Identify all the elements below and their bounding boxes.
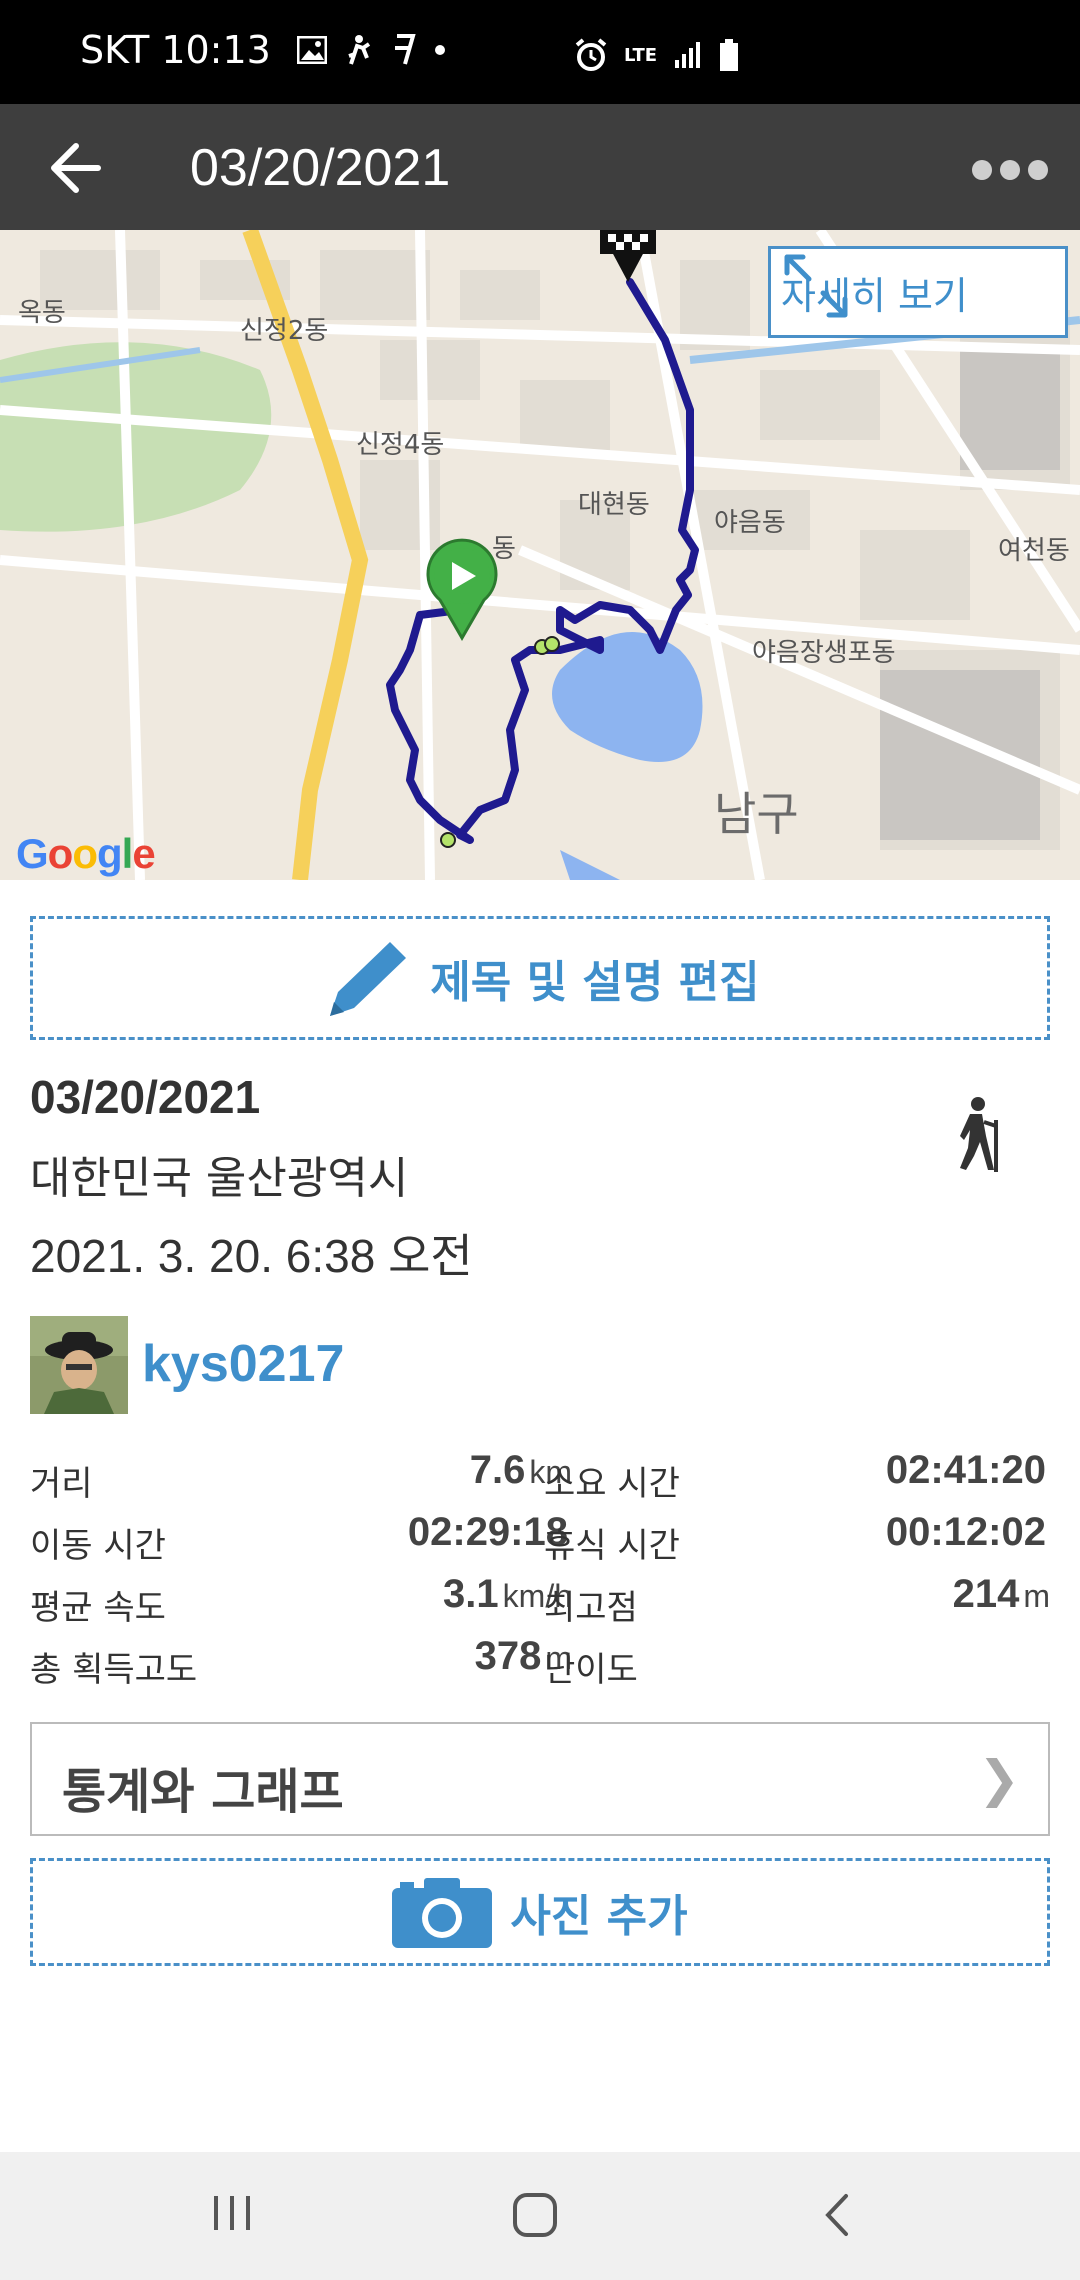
start-marker-icon[interactable] <box>426 538 498 641</box>
page-title: 03/20/2021 <box>190 139 451 197</box>
stat-label: 최고점 <box>544 1588 638 1628</box>
stat-label: 휴식 시간 <box>544 1526 680 1566</box>
stat-label: 총 획득고도 <box>30 1650 198 1690</box>
username-link[interactable]: kys0217 <box>142 1334 344 1394</box>
stat-label: 거리 <box>30 1464 93 1504</box>
stat-label: 난이도 <box>544 1650 638 1690</box>
avatar[interactable] <box>30 1316 128 1414</box>
stat-value <box>1046 1634 1050 1679</box>
system-nav-bar <box>0 2152 1080 2280</box>
gallery-icon <box>296 36 327 64</box>
stats-row: 평균 속도 3.1 km/h 최고점 214 m <box>30 1572 1050 1634</box>
map-label: 야음장생포동 <box>752 638 896 668</box>
map-label: 신정2동 <box>240 316 329 346</box>
dot-icon <box>434 45 445 55</box>
map-district-label: 남구 <box>714 787 799 841</box>
add-photo-button[interactable]: 사진 추가 <box>30 1858 1050 1966</box>
stats-row: 총 획득고도 378 m 난이도 <box>30 1634 1050 1696</box>
chevron-right-icon: ❯ <box>978 1750 1020 1808</box>
home-icon[interactable] <box>512 2192 558 2238</box>
stats-row: 이동 시간 02:29:18 휴식 시간 00:12:02 <box>30 1510 1050 1572</box>
edit-title-button[interactable]: 제목 및 설명 편집 <box>30 916 1050 1040</box>
stat-value: 214 m <box>952 1572 1050 1616</box>
edit-title-label: 제목 및 설명 편집 <box>430 957 760 1008</box>
route-map[interactable]: 옥동 신정2동 신정4동 대현동 동 야음동 여천동 야음장생포동 남구 자세히… <box>0 230 1080 880</box>
alarm-icon <box>575 38 607 71</box>
more-options-icon[interactable] <box>972 160 1048 180</box>
map-label: 대현동 <box>578 490 650 520</box>
back-arrow-icon[interactable] <box>46 142 102 194</box>
app-notification-icon <box>394 34 416 65</box>
network-type: LTE <box>624 44 658 66</box>
stat-label: 이동 시간 <box>30 1526 166 1566</box>
carrier-label: SKT <box>80 28 150 72</box>
stat-label: 평균 속도 <box>30 1588 166 1628</box>
google-logo: Google <box>16 830 156 877</box>
camera-icon <box>392 1878 493 1948</box>
stats-graph-button[interactable]: 통계와 그래프 ❯ <box>30 1722 1050 1836</box>
add-photo-label: 사진 추가 <box>510 1891 688 1942</box>
recent-apps-icon[interactable] <box>212 2192 252 2234</box>
stats-graph-label: 통계와 그래프 <box>62 1764 344 1820</box>
map-detail-button[interactable]: 자세히 보기 <box>768 246 1068 338</box>
back-nav-icon[interactable] <box>822 2192 852 2238</box>
map-label: 여천동 <box>998 536 1070 566</box>
map-label: 신정4동 <box>356 430 445 460</box>
stats-row: 거리 7.6 km 소요 시간 02:41:20 <box>30 1448 1050 1510</box>
hiking-icon <box>960 1097 998 1172</box>
hiking-notification-icon <box>348 35 370 65</box>
signal-icon <box>675 42 701 68</box>
map-label: 동 <box>492 534 516 564</box>
map-label: 옥동 <box>18 298 66 328</box>
activity-datetime: 2021. 3. 20. 6:38 오전 <box>30 1230 473 1282</box>
screen: SKT 10:13 LTE 03/20/2021 옥동 신정2동 신정4동 대현… <box>0 0 1080 2280</box>
stats-table: 거리 7.6 km 소요 시간 02:41:20 이동 시간 02:29:18 휴… <box>30 1448 1050 1696</box>
avatar-image <box>30 1316 128 1414</box>
battery-icon <box>720 39 739 71</box>
clock: 10:13 <box>161 28 271 72</box>
stat-label: 소요 시간 <box>544 1464 680 1504</box>
status-bar: SKT 10:13 LTE <box>0 0 1080 104</box>
activity-date: 03/20/2021 <box>30 1071 261 1123</box>
app-bar: 03/20/2021 <box>0 104 1080 230</box>
expand-icon <box>784 254 848 318</box>
activity-location: 대한민국 울산광역시 <box>30 1153 409 1204</box>
pencil-icon <box>330 942 407 1016</box>
stat-value: 02:41:20 <box>885 1448 1046 1492</box>
stat-value: 00:12:02 <box>885 1510 1046 1554</box>
map-label: 야음동 <box>714 508 786 538</box>
